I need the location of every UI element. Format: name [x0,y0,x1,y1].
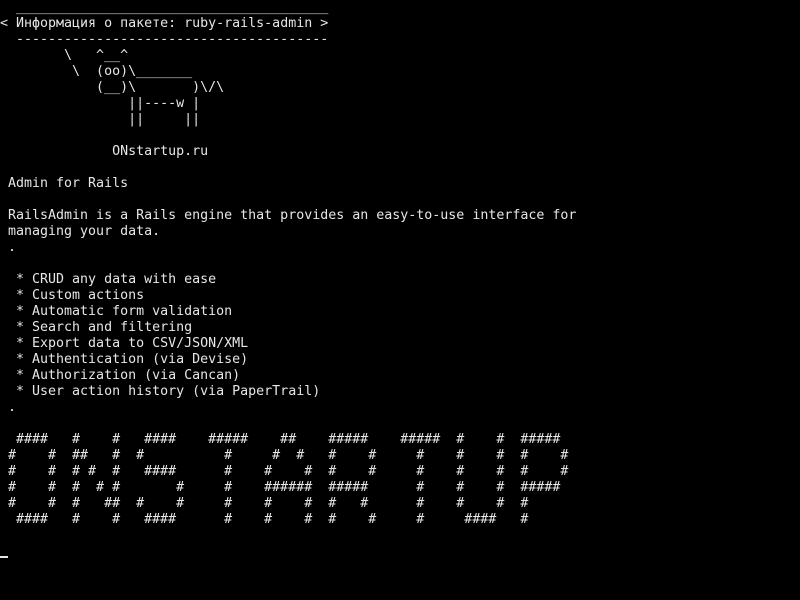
brand-text: ONstartup.ru [8,144,209,159]
description-line: RailsAdmin is a Rails engine that provid… [8,208,577,223]
feature-item: * Automatic form validation [8,304,233,319]
speech-bubble-top-border: _______________________________________ [8,0,329,15]
ascii-cow-line: \ (oo)\_______ [8,64,193,79]
ascii-cow-line: \ ^__^ [8,48,129,63]
terminal-screen: _______________________________________ … [0,0,800,600]
feature-item: * User action history (via PaperTrail) [8,384,321,399]
ascii-banner-line: # # # # # #### # # # # # # # # # # [8,464,569,479]
description-line: . [8,240,17,255]
feature-item: * Authorization (via Cancan) [8,368,241,383]
ascii-banner-line: # # # # # # # ###### ##### # # # ##### [8,480,561,495]
ascii-cow-line: (__)\ )\/\ [8,80,225,95]
feature-item: * Search and filtering [8,320,193,335]
feature-list-end-dot: . [8,400,17,415]
ascii-cow-line: || || [8,112,201,127]
description-line: managing your data. [8,224,161,239]
speech-bubble-bottom-border: --------------------------------------- [8,32,329,47]
package-title: Admin for Rails [8,176,129,191]
ascii-banner-line: # # ## # # # # # # # # # # # # [8,448,569,463]
speech-bubble-title: < Информация о пакете: ruby-rails-admin … [0,16,329,31]
ascii-banner-line: # # # ## # # # # # # # # # # # [8,496,529,511]
ascii-banner-line: #### # # #### ##### ## ##### ##### # # #… [8,432,561,447]
text-cursor[interactable] [0,556,8,558]
ascii-banner-line: #### # # #### # # # # # # #### # [8,512,529,527]
feature-item: * Custom actions [8,288,145,303]
feature-item: * Export data to CSV/JSON/XML [8,336,249,351]
ascii-cow-line: ||----w | [8,96,201,111]
feature-item: * Authentication (via Devise) [8,352,249,367]
feature-item: * CRUD any data with ease [8,272,217,287]
